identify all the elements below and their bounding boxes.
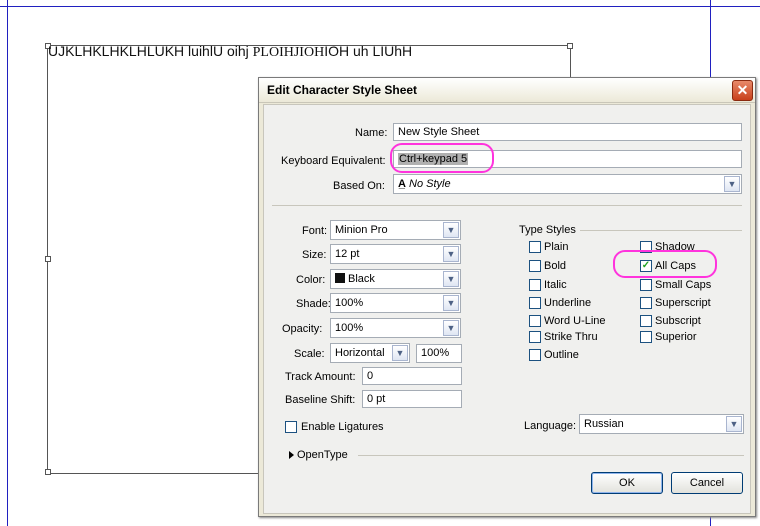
opacity-label: Opacity:	[282, 323, 323, 335]
edit-character-style-dialog: Edit Character Style Sheet ✕ Name: New S…	[258, 77, 756, 517]
italic-checkbox[interactable]	[529, 279, 541, 291]
chevron-down-icon[interactable]: ▼	[443, 246, 459, 262]
text-run-serif: PLOIHJIOH	[252, 45, 325, 60]
opacity-value: 100%	[335, 322, 364, 334]
chevron-down-icon[interactable]: ▼	[443, 271, 459, 287]
scale-value: Horizontal	[335, 347, 385, 359]
name-label: Name:	[355, 127, 388, 139]
track-amount-input[interactable]: 0	[362, 367, 462, 385]
chevron-down-icon[interactable]: ▼	[443, 295, 459, 311]
name-input[interactable]: New Style Sheet	[393, 123, 742, 141]
language-label: Language:	[524, 420, 576, 432]
text-box-handle[interactable]	[567, 43, 573, 49]
text-box-handle[interactable]	[45, 256, 51, 262]
color-select[interactable]: Black ▼	[330, 269, 461, 289]
size-select[interactable]: 12 pt ▼	[330, 244, 461, 264]
section-divider	[272, 205, 742, 206]
dialog-title: Edit Character Style Sheet	[267, 83, 418, 97]
strike-thru-label: Strike Thru	[544, 331, 598, 343]
italic-label: Italic	[544, 279, 567, 291]
character-style-icon: A̲	[398, 178, 406, 190]
enable-ligatures-label: Enable Ligatures	[301, 421, 384, 433]
color-value-wrap: Black	[335, 273, 375, 285]
outline-label: Outline	[544, 349, 579, 361]
scale-select[interactable]: Horizontal ▼	[330, 343, 410, 363]
highlight-annotation	[390, 143, 494, 173]
size-value: 12 pt	[335, 248, 360, 260]
dialog-body: Name: New Style Sheet Keyboard Equivalen…	[263, 104, 751, 514]
bold-label: Bold	[544, 260, 567, 272]
disclosure-triangle-icon[interactable]	[289, 451, 294, 459]
close-icon: ✕	[736, 82, 749, 98]
track-amount-label: Track Amount:	[285, 371, 356, 383]
superscript-checkbox[interactable]	[640, 297, 652, 309]
shade-value: 100%	[335, 297, 364, 309]
color-value: Black	[348, 273, 375, 285]
shade-select[interactable]: 100% ▼	[330, 293, 461, 313]
word-underline-label: Word U-Line	[544, 315, 606, 327]
horizontal-guide	[0, 6, 760, 7]
highlight-annotation	[613, 250, 717, 278]
strike-thru-checkbox[interactable]	[529, 331, 541, 343]
font-label: Font:	[302, 225, 328, 237]
outline-checkbox[interactable]	[529, 349, 541, 361]
underline-checkbox[interactable]	[529, 297, 541, 309]
opentype-toggle[interactable]: OpenType	[297, 449, 348, 461]
language-select[interactable]: Russian ▼	[579, 414, 744, 434]
small-caps-checkbox[interactable]	[640, 279, 652, 291]
superior-label: Superior	[655, 331, 697, 343]
type-styles-header: Type Styles	[519, 224, 576, 236]
baseline-shift-label: Baseline Shift:	[285, 394, 356, 406]
cancel-button[interactable]: Cancel	[671, 472, 743, 494]
text-run: UJKLHKLHKLHLUKH luihlU oihj	[48, 43, 253, 59]
chevron-down-icon[interactable]: ▼	[726, 416, 742, 432]
keyboard-equivalent-label: Keyboard Equivalent:	[281, 155, 386, 167]
text-box-handle[interactable]	[45, 469, 51, 475]
color-label: Color:	[296, 274, 326, 286]
word-underline-checkbox[interactable]	[529, 315, 541, 327]
based-on-label: Based On:	[333, 180, 385, 192]
subscript-label: Subscript	[655, 315, 701, 327]
ok-button[interactable]: OK	[591, 472, 663, 494]
chevron-down-icon[interactable]: ▼	[443, 222, 459, 238]
dialog-titlebar[interactable]: Edit Character Style Sheet ✕	[259, 78, 755, 103]
based-on-value: A̲ No Style	[398, 178, 451, 190]
close-button[interactable]: ✕	[732, 80, 753, 101]
based-on-select[interactable]: A̲ No Style ▼	[393, 174, 742, 194]
scale-amount-input[interactable]: 100%	[416, 344, 462, 363]
superior-checkbox[interactable]	[640, 331, 652, 343]
chevron-down-icon[interactable]: ▼	[724, 176, 740, 192]
size-label: Size:	[302, 249, 327, 261]
type-styles-divider	[580, 230, 742, 231]
underline-label: Underline	[544, 297, 592, 309]
chevron-down-icon[interactable]: ▼	[392, 345, 408, 361]
small-caps-label: Small Caps	[655, 279, 712, 291]
bold-checkbox[interactable]	[529, 260, 541, 272]
superscript-label: Superscript	[655, 297, 711, 309]
text-box-content: UJKLHKLHKLHLUKH luihlU oihj PLOIHJIOHIOH…	[48, 43, 412, 61]
enable-ligatures-checkbox[interactable]	[285, 421, 297, 433]
shade-label: Shade:	[296, 298, 331, 310]
opacity-select[interactable]: 100% ▼	[330, 318, 461, 338]
subscript-checkbox[interactable]	[640, 315, 652, 327]
scale-label: Scale:	[294, 348, 325, 360]
opentype-divider	[358, 455, 744, 456]
plain-label: Plain	[544, 241, 569, 253]
font-value: Minion Pro	[335, 224, 388, 236]
color-swatch	[335, 273, 345, 283]
chevron-down-icon[interactable]: ▼	[443, 320, 459, 336]
left-margin-guide	[7, 0, 8, 526]
language-value: Russian	[584, 418, 624, 430]
font-select[interactable]: Minion Pro ▼	[330, 220, 461, 240]
text-run: IOH uh LIUhH	[324, 43, 413, 59]
plain-checkbox[interactable]	[529, 241, 541, 253]
baseline-shift-input[interactable]: 0 pt	[362, 390, 462, 408]
